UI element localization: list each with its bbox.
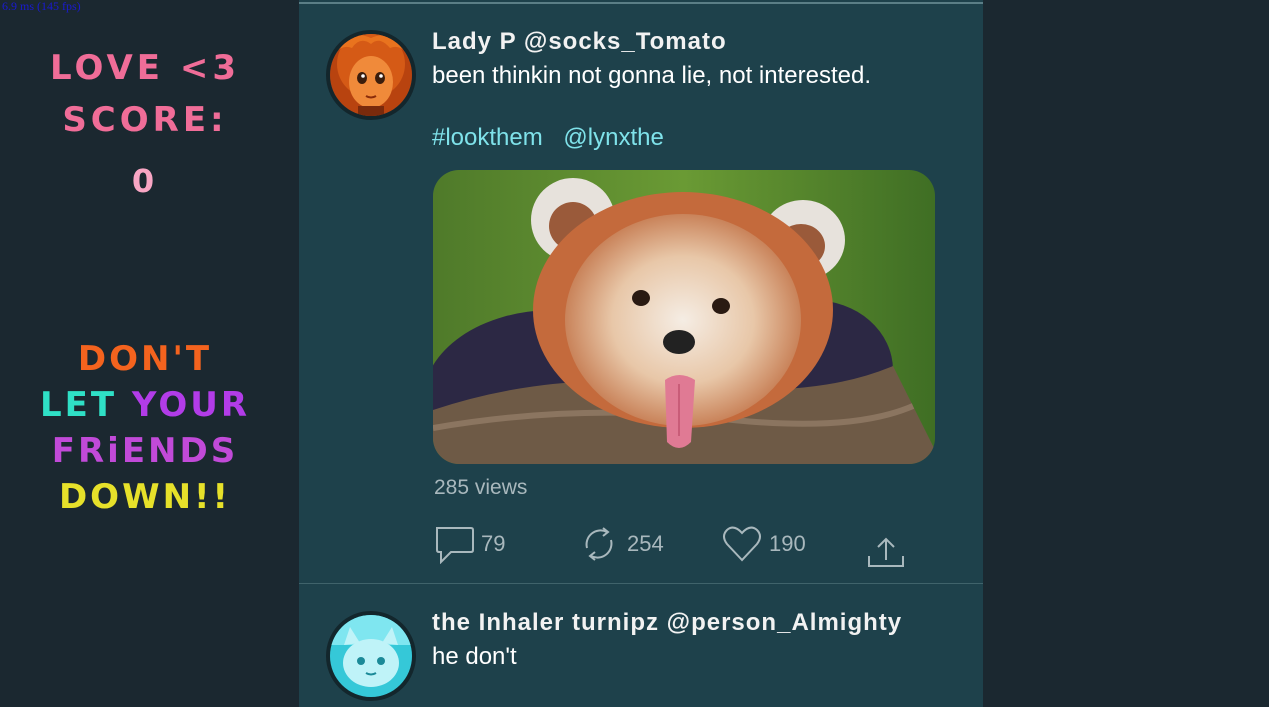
like-button[interactable]: 190 bbox=[721, 520, 806, 568]
tweet-actions: 79 254 190 bbox=[433, 520, 913, 568]
score-label: SCORE: bbox=[62, 100, 228, 140]
game-hud-panel: LOVE <3 SCORE: 0 DON'T LET YOUR FRiENDS DOW… bbox=[0, 0, 299, 707]
share-button[interactable] bbox=[865, 528, 907, 576]
retweet-button[interactable]: 254 bbox=[577, 520, 664, 568]
reply-count: 79 bbox=[481, 531, 506, 556]
motto-line: LET YOUR bbox=[0, 382, 290, 428]
hashtag-link[interactable]: #lookthem bbox=[432, 124, 543, 151]
motto-line: DOWN!! bbox=[0, 474, 290, 520]
tweet-author[interactable]: Lady P @socks_Tomato bbox=[432, 28, 727, 56]
like-count: 190 bbox=[769, 531, 806, 556]
share-icon bbox=[868, 537, 904, 567]
view-count: 285 views bbox=[434, 476, 528, 499]
motto-text: DON'T LET YOUR FRiENDS DOWN!! bbox=[0, 336, 290, 520]
mention-link[interactable]: @lynxthe bbox=[563, 124, 663, 151]
motto-segment: FRiENDS bbox=[51, 431, 239, 471]
tweet-text: he don't bbox=[432, 643, 517, 670]
heart-icon bbox=[723, 526, 761, 562]
score-value: 0 bbox=[131, 162, 159, 200]
tweet-photo[interactable] bbox=[433, 170, 935, 464]
tweet-card[interactable]: Lady P @socks_Tomato been thinkin not go… bbox=[299, 4, 983, 584]
tweet-feed[interactable]: Lady P @socks_Tomato been thinkin not go… bbox=[299, 0, 983, 707]
cat-avatar-icon[interactable] bbox=[326, 611, 416, 701]
motto-line: FRiENDS bbox=[0, 428, 290, 474]
girl-avatar-icon[interactable] bbox=[326, 30, 416, 120]
motto-segment: YOUR bbox=[131, 385, 251, 425]
reply-icon bbox=[436, 527, 474, 564]
tweet-card[interactable]: the Inhaler turnipz @person_Almighty he … bbox=[299, 585, 983, 707]
motto-segment: DON'T bbox=[77, 339, 213, 379]
retweet-icon bbox=[585, 527, 613, 561]
love-label: LOVE <3 bbox=[50, 48, 240, 88]
tweet-author[interactable]: the Inhaler turnipz @person_Almighty bbox=[432, 609, 902, 637]
motto-segment: LET bbox=[39, 385, 132, 425]
reply-button[interactable]: 79 bbox=[433, 520, 505, 568]
fps-readout: 6.9 ms (145 fps) bbox=[2, 0, 81, 13]
motto-line: DON'T bbox=[0, 336, 290, 382]
right-panel bbox=[983, 0, 1269, 707]
motto-segment: DOWN!! bbox=[58, 477, 232, 517]
retweet-count: 254 bbox=[627, 531, 664, 556]
tweet-text: been thinkin not gonna lie, not interest… bbox=[432, 62, 871, 89]
tweet-tags: #lookthem @lynxthe bbox=[432, 124, 678, 152]
